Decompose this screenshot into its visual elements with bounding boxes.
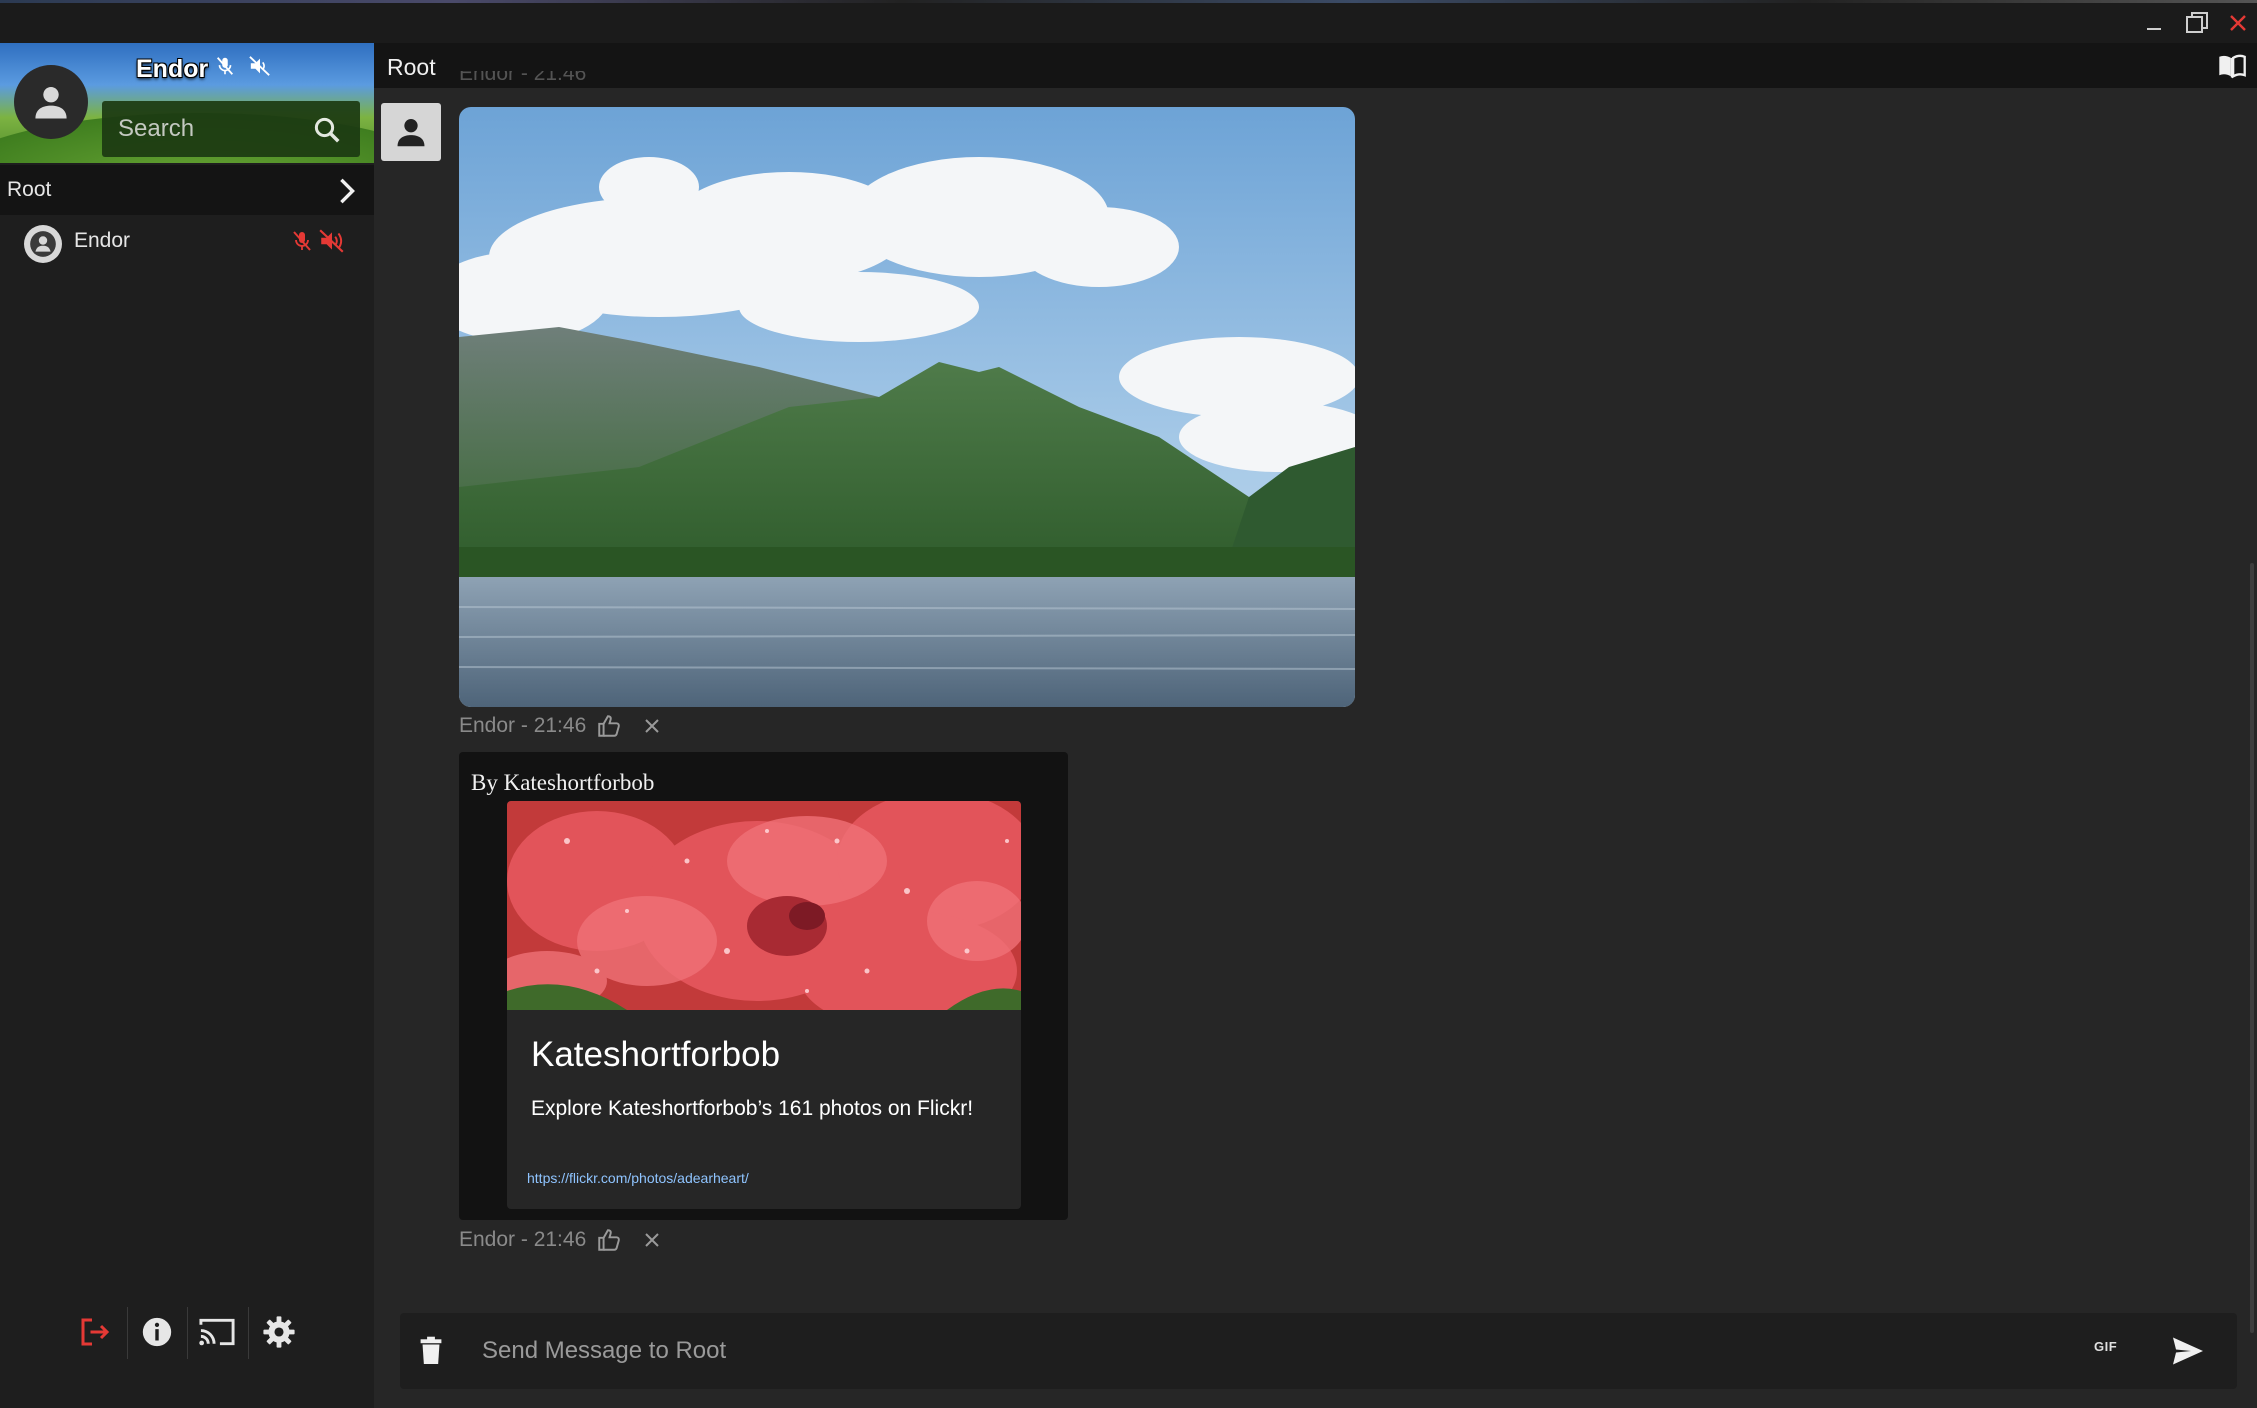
gif-button[interactable]: GIF: [2094, 1339, 2117, 1354]
user-item-endor[interactable]: Endor: [0, 215, 374, 267]
minimize-button[interactable]: [2136, 6, 2172, 40]
title-bar-strip: [0, 0, 2257, 3]
user-name: Endor: [74, 229, 131, 252]
message-composer: GIF: [400, 1313, 2237, 1389]
scrollbar[interactable]: [2250, 563, 2254, 1333]
channel-header: Root: [374, 43, 2257, 88]
embed-title: Kateshortforbob: [531, 1035, 781, 1074]
divider: [248, 1307, 249, 1359]
channel-name: Root: [7, 178, 52, 201]
embed-image[interactable]: [507, 801, 1021, 1031]
logout-icon: [81, 1318, 110, 1346]
cast-icon: [199, 1318, 235, 1346]
sidebar: Endor Root Endor: [0, 43, 374, 1408]
mic-off-icon[interactable]: [214, 55, 236, 77]
speaker-off-icon: [319, 229, 344, 253]
chat-panel: Root Endor - 21:46 Endor - 21:46 By Kate…: [374, 43, 2257, 1408]
trash-icon[interactable]: [418, 1335, 444, 1367]
message-meta-clipped: Endor - 21:46: [459, 71, 586, 91]
speaker-off-icon[interactable]: [248, 55, 272, 77]
delete-message-button[interactable]: [642, 716, 662, 736]
like-button[interactable]: [596, 713, 622, 739]
send-icon[interactable]: [2170, 1333, 2206, 1369]
info-icon: [142, 1317, 172, 1347]
embed-description: Explore Kateshortforbob’s 161 photos on …: [531, 1097, 974, 1120]
user-avatar: [24, 225, 62, 263]
delete-message-button[interactable]: [642, 1230, 662, 1250]
search-icon[interactable]: [312, 115, 342, 145]
settings-button[interactable]: [250, 1303, 308, 1361]
title-bar: [0, 0, 2257, 43]
message-meta: Endor - 21:46: [459, 1227, 662, 1253]
channel-item-root[interactable]: Root: [0, 165, 374, 215]
like-button[interactable]: [596, 1227, 622, 1253]
message-avatar[interactable]: [381, 103, 441, 161]
maximize-button[interactable]: [2179, 6, 2215, 40]
disconnect-button[interactable]: [66, 1303, 124, 1361]
close-icon: [2230, 15, 2246, 31]
message-input[interactable]: [482, 1333, 2042, 1369]
gear-icon: [263, 1316, 295, 1348]
search-box: [102, 101, 360, 157]
profile-name: Endor: [136, 55, 209, 83]
info-button[interactable]: [128, 1303, 186, 1361]
book-icon[interactable]: [2217, 53, 2247, 79]
maximize-icon: [2186, 12, 2208, 33]
thumbs-up-icon: [598, 715, 621, 737]
person-icon: [30, 231, 56, 257]
cast-button[interactable]: [188, 1303, 246, 1361]
avatar[interactable]: [14, 65, 88, 139]
embed-card[interactable]: Kateshortforbob Explore Kateshortforbob’…: [507, 801, 1021, 1209]
chevron-right-icon[interactable]: [334, 177, 360, 205]
close-button[interactable]: [2220, 6, 2256, 40]
person-icon: [35, 86, 67, 119]
channel-title: Root: [387, 54, 436, 80]
link-embed: By Kateshortforbob Kateshortforbob Explo…: [459, 752, 1068, 1220]
mic-off-icon: [293, 231, 311, 251]
landscape-photo: [459, 107, 1355, 707]
message-image[interactable]: [459, 107, 1355, 707]
embed-author: By Kateshortforbob: [471, 770, 655, 795]
profile-header: Endor: [0, 43, 374, 163]
message-meta: Endor - 21:46: [459, 713, 662, 739]
message-meta-text: Endor - 21:46: [459, 1228, 587, 1251]
person-icon: [397, 119, 425, 147]
embed-link[interactable]: https://flickr.com/photos/adearheart/: [527, 1170, 749, 1186]
rose-photo: [507, 801, 1021, 1031]
message-meta-text: Endor - 21:46: [459, 71, 587, 85]
sidebar-toolbar: [0, 1303, 374, 1408]
close-icon: [645, 1233, 659, 1247]
thumbs-up-icon: [598, 1229, 621, 1251]
close-icon: [645, 719, 659, 733]
search-input[interactable]: [118, 113, 308, 145]
message-meta-text: Endor - 21:46: [459, 714, 587, 737]
minimize-icon: [2147, 28, 2161, 30]
